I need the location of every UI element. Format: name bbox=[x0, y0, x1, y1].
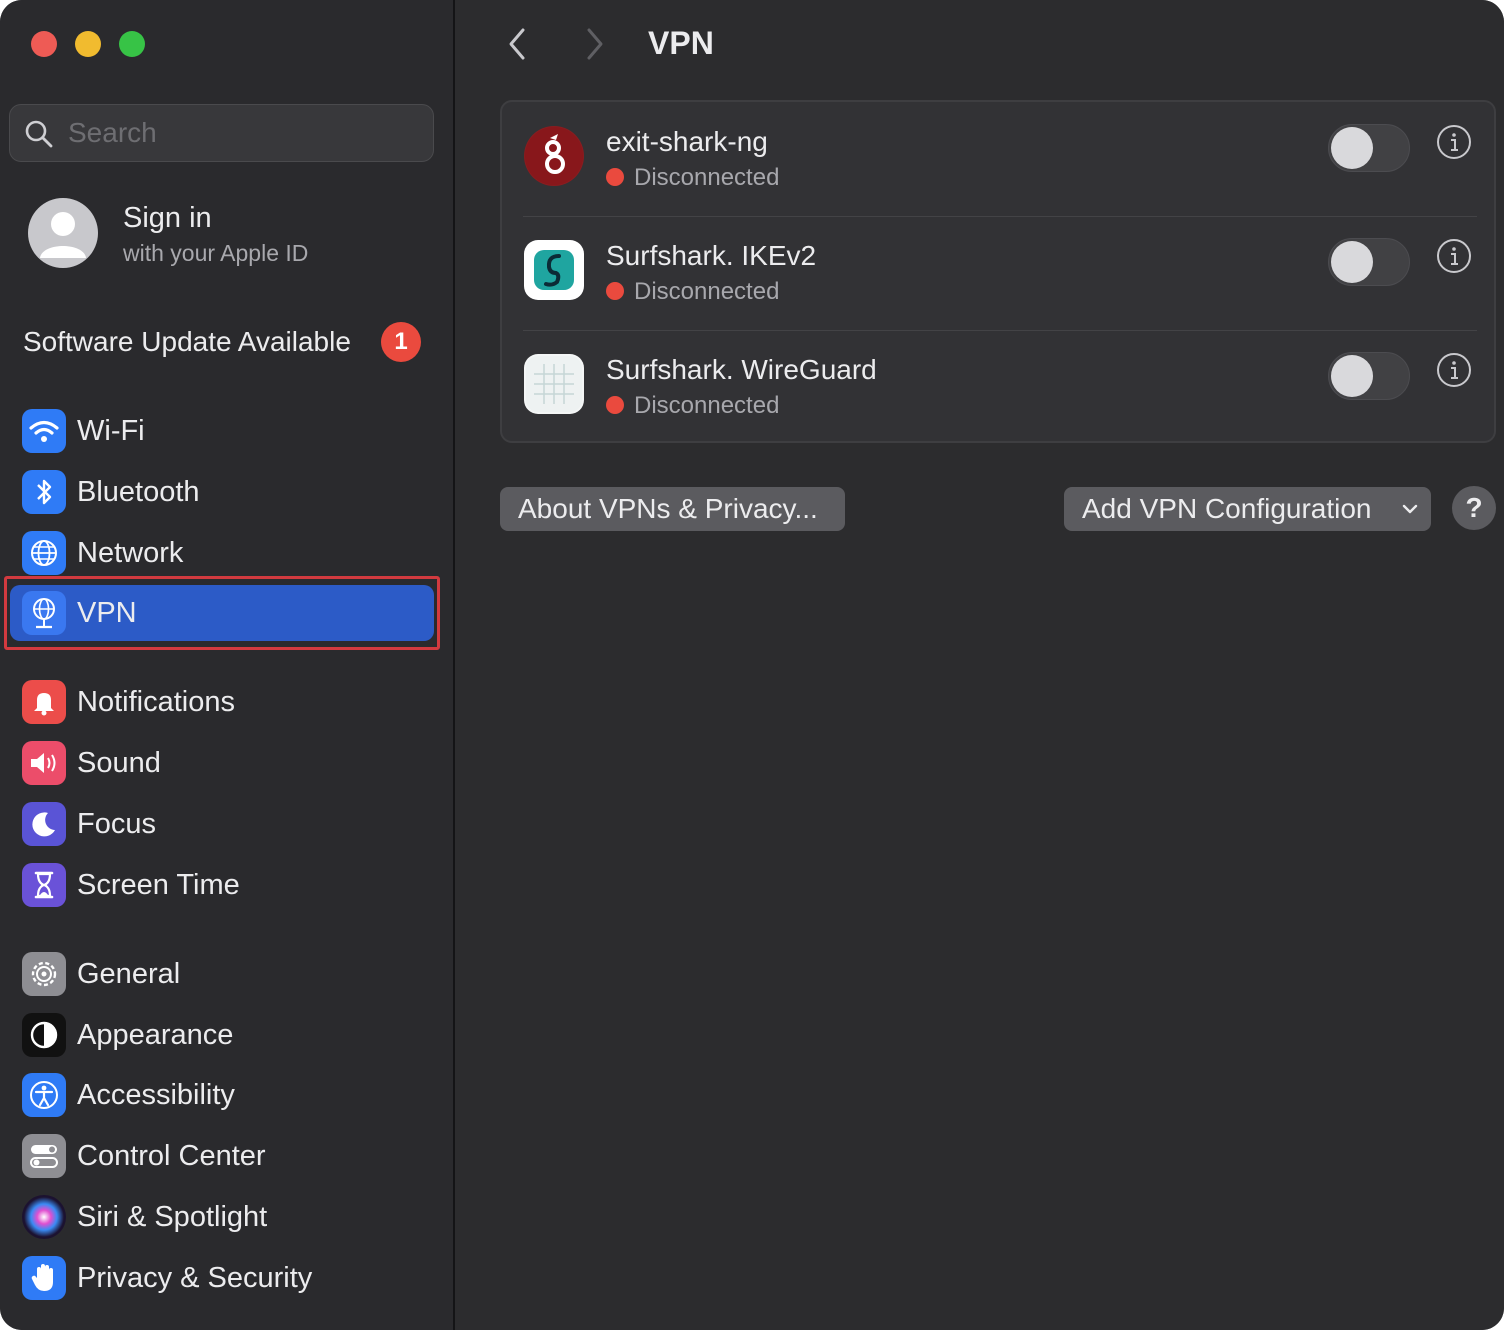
vpn-toggle[interactable] bbox=[1328, 352, 1410, 400]
sidebar-item-general[interactable]: General bbox=[10, 946, 434, 1002]
zoom-window-button[interactable] bbox=[119, 31, 145, 57]
vpn-toggle[interactable] bbox=[1328, 238, 1410, 286]
sidebar-item-label: Sound bbox=[77, 747, 161, 779]
software-update-label: Software Update Available bbox=[23, 326, 351, 357]
sidebar-item-sound[interactable]: Sound bbox=[10, 735, 434, 791]
update-count-badge: 1 bbox=[381, 322, 421, 362]
vpn-status: Disconnected bbox=[606, 392, 779, 420]
search-field[interactable] bbox=[9, 104, 434, 162]
vpn-name: exit-shark-ng bbox=[606, 126, 768, 157]
software-update-item[interactable]: Software Update Available 1 bbox=[23, 322, 433, 366]
sidebar-item-label: Appearance bbox=[77, 1019, 234, 1051]
help-button[interactable]: ? bbox=[1452, 486, 1496, 530]
toggle-knob bbox=[1331, 355, 1373, 397]
toggle-knob bbox=[1331, 241, 1373, 283]
toggle-knob bbox=[1331, 127, 1373, 169]
vpn-row-exit-shark-ng[interactable]: exit-shark-ng Disconnected bbox=[502, 102, 1498, 216]
sidebar-item-focus[interactable]: Focus bbox=[10, 796, 434, 852]
forward-chevron-icon[interactable] bbox=[581, 24, 609, 64]
sidebar-item-label: VPN bbox=[77, 597, 137, 629]
button-label: Add VPN Configuration bbox=[1082, 493, 1372, 524]
sidebar-item-wifi[interactable]: Wi-Fi bbox=[10, 403, 434, 459]
vpn-row-surfshark-wireguard[interactable]: Surfshark. WireGuard Disconnected bbox=[502, 330, 1498, 444]
about-vpns-privacy-button[interactable]: About VPNs & Privacy... bbox=[500, 487, 845, 531]
siri-icon bbox=[22, 1195, 66, 1239]
sidebar-item-notifications[interactable]: Notifications bbox=[10, 674, 434, 730]
sign-in-title: Sign in bbox=[123, 202, 212, 234]
settings-window: Sign in with your Apple ID Software Upda… bbox=[0, 0, 1504, 1330]
search-input[interactable] bbox=[68, 105, 418, 161]
sidebar-item-label: Control Center bbox=[77, 1140, 266, 1172]
sidebar-item-accessibility[interactable]: Accessibility bbox=[10, 1067, 434, 1123]
vpn-status: Disconnected bbox=[606, 164, 779, 192]
chevron-down-icon bbox=[1402, 504, 1418, 514]
bluetooth-icon bbox=[22, 470, 66, 514]
info-icon[interactable] bbox=[1436, 352, 1472, 388]
avatar bbox=[28, 198, 98, 268]
sidebar-item-label: Focus bbox=[77, 808, 156, 840]
main-pane: VPN exit-shark-ng Disconnected Surfshark… bbox=[457, 0, 1504, 1330]
wireguard-grid-logo bbox=[524, 354, 584, 414]
vpn-name: Surfshark. IKEv2 bbox=[606, 240, 817, 271]
close-window-button[interactable] bbox=[31, 31, 57, 57]
sidebar-item-label: General bbox=[77, 958, 181, 990]
vpn-name: Surfshark. WireGuard bbox=[606, 354, 877, 385]
status-dot-disconnected bbox=[606, 167, 624, 186]
accessibility-icon bbox=[22, 1073, 66, 1117]
sidebar-item-label: Network bbox=[77, 537, 184, 569]
sidebar-item-screen-time[interactable]: Screen Time bbox=[10, 857, 434, 913]
sidebar-item-privacy-security[interactable]: Privacy & Security bbox=[10, 1250, 434, 1306]
bell-icon bbox=[22, 680, 66, 724]
sidebar-item-control-center[interactable]: Control Center bbox=[10, 1128, 434, 1184]
sidebar-item-vpn[interactable]: VPN bbox=[10, 585, 434, 641]
sidebar-item-label: Notifications bbox=[77, 686, 235, 718]
hourglass-icon bbox=[22, 863, 66, 907]
sidebar-item-bluetooth[interactable]: Bluetooth bbox=[10, 464, 434, 520]
info-icon[interactable] bbox=[1436, 238, 1472, 274]
button-label: About VPNs & Privacy... bbox=[518, 493, 818, 524]
window-controls bbox=[31, 31, 145, 57]
sidebar-item-siri-spotlight[interactable]: Siri & Spotlight bbox=[10, 1189, 434, 1245]
sidebar-item-label: Bluetooth bbox=[77, 476, 200, 508]
vpn-globe-icon bbox=[22, 591, 66, 635]
gear-icon bbox=[22, 952, 66, 996]
sidebar-item-label: Screen Time bbox=[77, 869, 240, 901]
vpn-list: exit-shark-ng Disconnected Surfshark. IK… bbox=[500, 100, 1496, 443]
sidebar-item-network[interactable]: Network bbox=[10, 525, 434, 581]
search-icon bbox=[25, 120, 53, 148]
person-icon bbox=[40, 212, 86, 258]
vpn-status-text: Disconnected bbox=[634, 392, 780, 419]
sidebar-item-label: Privacy & Security bbox=[77, 1262, 313, 1294]
speaker-icon bbox=[22, 741, 66, 785]
sidebar-item-label: Wi-Fi bbox=[77, 415, 145, 447]
back-chevron-icon[interactable] bbox=[503, 24, 531, 64]
hand-icon bbox=[22, 1256, 66, 1300]
status-dot-disconnected bbox=[606, 395, 624, 414]
sidebar-item-label: Accessibility bbox=[77, 1079, 235, 1111]
status-dot-disconnected bbox=[606, 281, 624, 300]
vpn-status: Disconnected bbox=[606, 278, 779, 306]
appearance-icon bbox=[22, 1013, 66, 1057]
vpn-status-text: Disconnected bbox=[634, 278, 780, 305]
minimize-window-button[interactable] bbox=[75, 31, 101, 57]
wifi-icon bbox=[22, 409, 66, 453]
globe-icon bbox=[22, 531, 66, 575]
sidebar-item-appearance[interactable]: Appearance bbox=[10, 1007, 434, 1063]
sidebar-item-label: Siri & Spotlight bbox=[77, 1201, 268, 1233]
vpn-toggle[interactable] bbox=[1328, 124, 1410, 172]
page-title: VPN bbox=[648, 25, 714, 61]
add-vpn-configuration-button[interactable]: Add VPN Configuration bbox=[1064, 487, 1431, 531]
info-icon[interactable] bbox=[1436, 124, 1472, 160]
sidebar: Sign in with your Apple ID Software Upda… bbox=[0, 0, 455, 1330]
moon-icon bbox=[22, 802, 66, 846]
vpn-row-surfshark-ikev2[interactable]: Surfshark. IKEv2 Disconnected bbox=[502, 216, 1498, 330]
apple-id-sign-in[interactable]: Sign in with your Apple ID bbox=[28, 198, 428, 270]
sign-in-subtitle: with your Apple ID bbox=[123, 240, 309, 266]
wireguard-dragon-logo bbox=[524, 126, 584, 186]
surfshark-logo bbox=[524, 240, 584, 300]
vpn-status-text: Disconnected bbox=[634, 164, 780, 191]
switches-icon bbox=[22, 1134, 66, 1178]
